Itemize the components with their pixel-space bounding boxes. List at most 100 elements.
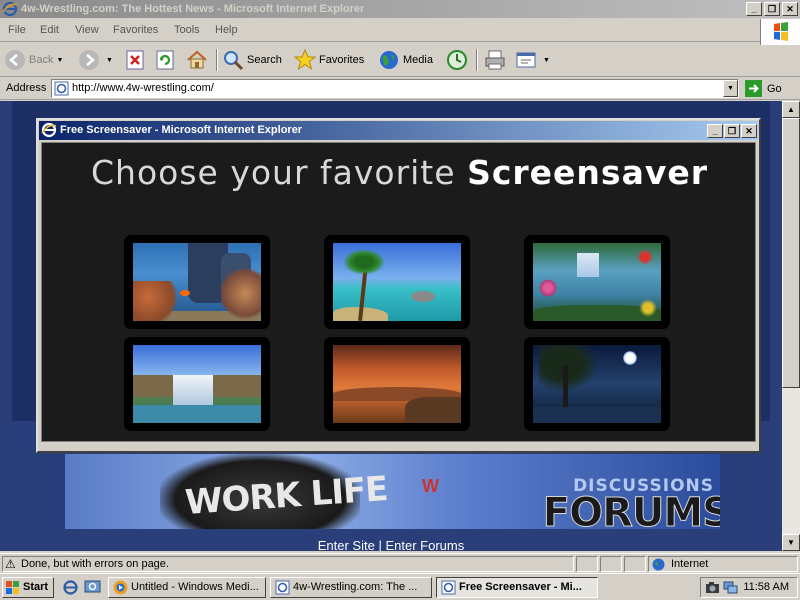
task-label: Untitled - Windows Medi... <box>131 581 259 593</box>
clock[interactable]: 11:58 AM <box>743 581 789 593</box>
ie-page-icon <box>275 580 290 595</box>
menu-file[interactable]: File <box>8 24 26 36</box>
task-windows-media[interactable]: Untitled - Windows Medi... <box>108 577 266 598</box>
forward-dropdown-icon[interactable]: ▼ <box>106 57 113 64</box>
back-arrow-icon <box>5 50 25 70</box>
go-arrow-icon <box>745 80 762 97</box>
edit-button[interactable]: ▼ <box>515 47 550 73</box>
enter-site-link[interactable]: Enter Site <box>318 538 375 551</box>
quicklaunch-ie-icon[interactable] <box>62 579 79 596</box>
desert-image <box>333 345 461 423</box>
status-pane <box>576 556 598 572</box>
wwe-logo-icon: W <box>422 476 439 496</box>
network-tray-icon[interactable] <box>723 580 738 595</box>
back-button[interactable]: Back ▼ <box>4 47 63 73</box>
window-title: 4w-Wrestling.com: The Hottest News - Mic… <box>21 3 365 15</box>
favorites-label: Favorites <box>319 54 365 66</box>
history-button[interactable] <box>446 47 471 73</box>
beach-image <box>333 243 461 321</box>
media-button[interactable]: Media <box>378 47 433 73</box>
quicklaunch-desktop-icon[interactable] <box>84 579 101 596</box>
zone-label: Internet <box>671 558 709 570</box>
menu-favorites[interactable]: Favorites <box>113 24 158 36</box>
banner-forums: FORUMS <box>542 490 720 530</box>
scroll-up-icon[interactable]: ▲ <box>782 101 800 118</box>
menu-view[interactable]: View <box>75 24 99 36</box>
edit-dropdown-icon[interactable]: ▼ <box>543 57 550 64</box>
popup-minimize-button[interactable]: _ <box>707 124 723 138</box>
heading-prefix: Choose your favorite <box>91 153 456 192</box>
printer-icon <box>485 50 505 70</box>
address-dropdown-icon[interactable]: ▼ <box>723 80 738 97</box>
screensaver-thumb-night[interactable] <box>524 337 670 431</box>
task-4w-wrestling[interactable]: 4w-Wrestling.com: The ... <box>270 577 432 598</box>
home-button[interactable] <box>186 47 211 73</box>
favorites-star-icon <box>294 49 316 71</box>
stop-button[interactable] <box>124 47 149 73</box>
enter-forums-link[interactable]: Enter Forums <box>385 538 464 551</box>
title-bar: 4w-Wrestling.com: The Hottest News - Mic… <box>0 0 800 18</box>
popup-maximize-button[interactable]: ❐ <box>724 124 740 138</box>
address-bar: Address http://www.4w-wrestling.com/ ▼ G… <box>0 78 800 100</box>
menu-edit[interactable]: Edit <box>40 24 59 36</box>
home-icon <box>187 50 207 69</box>
stop-icon <box>126 50 144 70</box>
forward-arrow-icon <box>79 50 99 70</box>
ie-page-icon <box>441 580 456 595</box>
screensaver-thumb-aquarium[interactable] <box>124 235 270 329</box>
security-zone: Internet <box>648 556 798 572</box>
maximize-button[interactable]: ❐ <box>764 2 780 16</box>
screensaver-thumb-beach[interactable] <box>324 235 470 329</box>
back-label: Back <box>29 54 54 66</box>
forums-banner[interactable]: WORK LIFE W DISCUSSIONS FORUMS <box>65 454 720 529</box>
go-label: Go <box>767 82 782 95</box>
minimize-button[interactable]: _ <box>746 2 762 16</box>
camera-tray-icon[interactable] <box>705 580 720 595</box>
close-button[interactable]: ✕ <box>782 2 798 16</box>
print-button[interactable] <box>484 47 509 73</box>
favorites-button[interactable]: Favorites <box>294 47 364 73</box>
status-pane <box>624 556 646 572</box>
internet-explorer-icon <box>41 122 57 138</box>
popup-bottom-bar <box>41 442 756 448</box>
link-separator: | <box>378 538 382 551</box>
windows-logo-icon <box>774 22 788 41</box>
scroll-thumb[interactable] <box>782 118 800 388</box>
menu-help[interactable]: Help <box>215 24 238 36</box>
status-text: Done, but with errors on page. <box>21 558 169 570</box>
page-icon <box>54 81 69 96</box>
popup-content: Choose your favorite Screensaver <box>41 142 756 442</box>
menu-tools[interactable]: Tools <box>174 24 200 36</box>
popup-title-bar: Free Screensaver - Microsoft Internet Ex… <box>39 121 758 140</box>
refresh-button[interactable] <box>154 47 179 73</box>
go-button[interactable]: Go <box>745 79 782 98</box>
aquarium-image <box>133 243 261 321</box>
toolbar-separator <box>216 49 218 71</box>
toolbar-separator <box>476 49 478 71</box>
waterfall-image <box>133 345 261 423</box>
search-button[interactable]: Search <box>222 47 282 73</box>
task-free-screensaver[interactable]: Free Screensaver - Mi... <box>436 577 598 598</box>
warning-icon[interactable]: ⚠ <box>5 557 16 571</box>
search-icon <box>224 51 244 71</box>
address-input[interactable]: http://www.4w-wrestling.com/ ▼ <box>51 79 739 98</box>
standard-toolbar: Back ▼ ▼ Search Favorites Media ▼ <box>0 43 800 77</box>
screensaver-thumb-waterfall[interactable] <box>124 337 270 431</box>
screensaver-thumb-desert[interactable] <box>324 337 470 431</box>
garden-image <box>533 243 661 321</box>
history-clock-icon <box>447 50 467 70</box>
scroll-down-icon[interactable]: ▼ <box>782 534 800 551</box>
popup-close-button[interactable]: ✕ <box>741 124 757 138</box>
popup-heading: Choose your favorite Screensaver <box>42 153 755 192</box>
back-dropdown-icon[interactable]: ▼ <box>56 57 63 64</box>
media-player-icon <box>113 580 128 595</box>
task-label: 4w-Wrestling.com: The ... <box>293 581 418 593</box>
address-url: http://www.4w-wrestling.com/ <box>72 82 214 94</box>
night-image <box>533 345 661 423</box>
internet-explorer-icon <box>2 1 18 17</box>
forward-button[interactable]: ▼ <box>78 47 113 73</box>
start-button[interactable]: Start <box>2 577 54 598</box>
vertical-scrollbar[interactable]: ▲ ▼ <box>782 101 800 551</box>
system-tray: 11:58 AM <box>700 577 798 598</box>
screensaver-thumb-garden[interactable] <box>524 235 670 329</box>
